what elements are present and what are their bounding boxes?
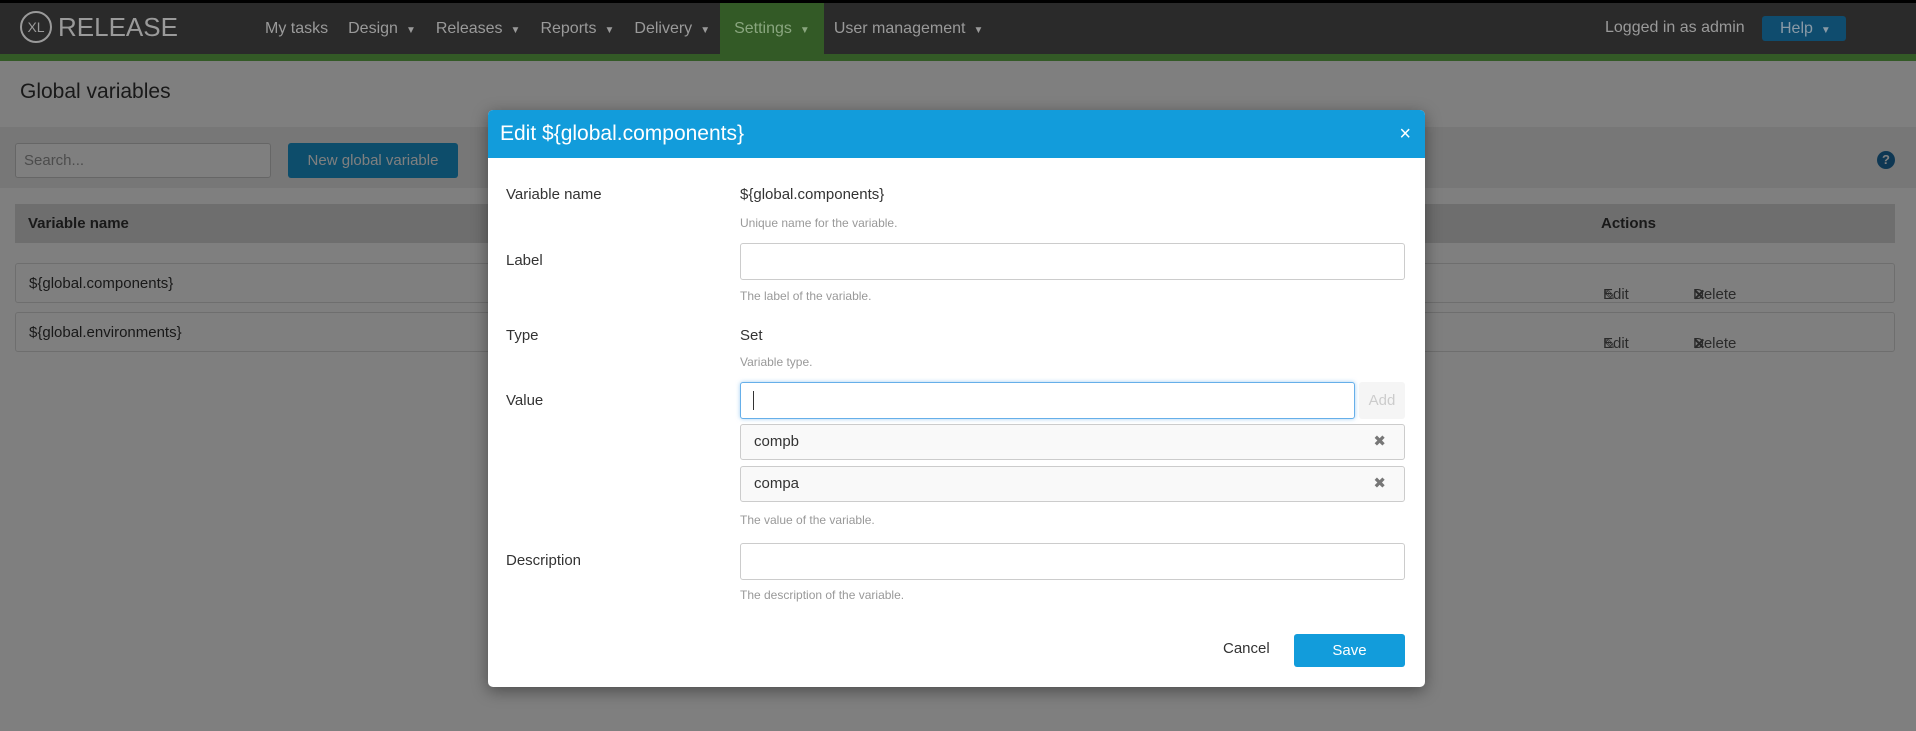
nav-item-settings[interactable]: Settings ▼ — [720, 3, 824, 54]
description-input[interactable] — [740, 543, 1405, 580]
logo[interactable]: XL RELEASE — [20, 11, 178, 43]
dialog-title: Edit ${global.components} — [500, 122, 745, 145]
variable-name-hint: Unique name for the variable. — [740, 216, 898, 230]
nav-item-label: Design — [348, 20, 398, 37]
label-input[interactable] — [740, 243, 1405, 280]
nav-item-label: Settings — [734, 20, 792, 37]
value-input[interactable] — [740, 382, 1355, 419]
help-label: Help — [1780, 20, 1813, 37]
chevron-down-icon: ▼ — [405, 25, 416, 36]
nav-underline — [0, 54, 1916, 61]
label-label: Label — [506, 252, 543, 269]
type-hint: Variable type. — [740, 355, 813, 369]
nav-item-user-management[interactable]: User management ▼ — [824, 3, 994, 54]
nav-item-delivery[interactable]: Delivery ▼ — [624, 3, 720, 54]
chevron-down-icon: ▼ — [510, 25, 521, 36]
logo-icon: XL — [20, 11, 52, 43]
chevron-down-icon: ▼ — [1820, 25, 1831, 36]
label-hint: The label of the variable. — [740, 289, 872, 303]
logged-in-text: Logged in as admin — [1605, 19, 1745, 36]
logo-text: RELEASE — [58, 11, 178, 42]
chevron-down-icon: ▼ — [700, 25, 711, 36]
close-icon[interactable]: × — [1399, 110, 1411, 158]
value-item: compa ✖ — [740, 466, 1405, 502]
chevron-down-icon: ▼ — [799, 25, 810, 36]
value-item: compb ✖ — [740, 424, 1405, 460]
type-value: Set — [740, 327, 763, 344]
nav-item-design[interactable]: Design ▼ — [338, 3, 426, 54]
nav-item-label: Releases — [435, 20, 503, 37]
variable-name-value: ${global.components} — [740, 186, 885, 203]
type-label: Type — [506, 327, 539, 344]
cancel-button[interactable]: Cancel — [1223, 640, 1270, 657]
nav-item-my-tasks[interactable]: My tasks — [255, 3, 338, 54]
variable-name-label: Variable name — [506, 186, 602, 203]
nav-item-reports[interactable]: Reports ▼ — [530, 3, 624, 54]
nav-item-label: Reports — [540, 20, 597, 37]
value-item-text: compa — [754, 475, 800, 492]
remove-icon[interactable]: ✖ — [1373, 467, 1386, 501]
dialog-header: Edit ${global.components} × — [488, 110, 1425, 158]
value-label: Value — [506, 392, 544, 409]
description-label: Description — [506, 552, 582, 569]
nav-item-releases[interactable]: Releases ▼ — [426, 3, 531, 54]
edit-variable-dialog: Edit ${global.components} × Variable name… — [488, 110, 1425, 687]
save-button[interactable]: Save — [1294, 634, 1405, 667]
value-hint: The value of the variable. — [740, 513, 875, 527]
nav-item-label: User management — [833, 20, 966, 37]
value-item-text: compb — [754, 433, 800, 450]
description-hint: The description of the variable. — [740, 588, 905, 602]
nav-item-label: My tasks — [265, 20, 329, 37]
remove-icon[interactable]: ✖ — [1373, 425, 1386, 459]
text-cursor — [753, 391, 754, 410]
nav-item-label: Delivery — [634, 20, 693, 37]
chevron-down-icon: ▼ — [973, 25, 984, 36]
chevron-down-icon: ▼ — [604, 25, 615, 36]
help-button[interactable]: Help ▼ — [1762, 16, 1846, 41]
top-nav: XL RELEASE My tasks Design ▼ Releases ▼ Report… — [0, 0, 1916, 54]
add-value-button[interactable]: Add — [1359, 382, 1405, 419]
